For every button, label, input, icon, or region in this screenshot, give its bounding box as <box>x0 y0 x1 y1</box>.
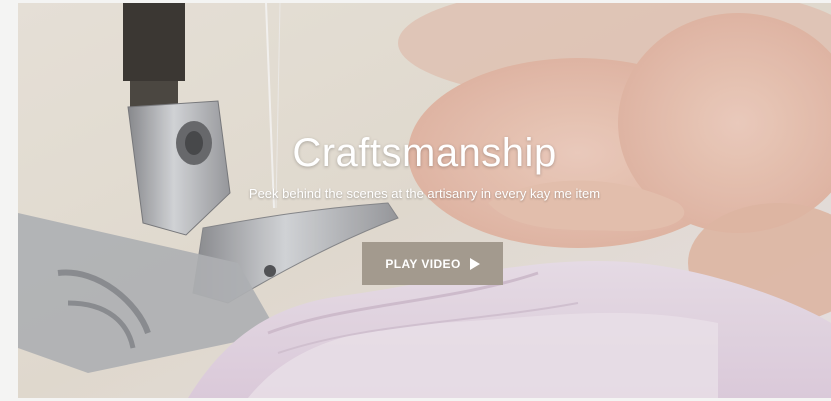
hero-title: Craftsmanship <box>292 131 557 175</box>
play-video-button[interactable]: PLAY VIDEO <box>362 242 503 285</box>
hero-content: Craftsmanship Peek behind the scenes at … <box>18 3 831 398</box>
play-icon <box>469 257 480 270</box>
play-video-label: PLAY VIDEO <box>385 256 461 271</box>
hero-subtitle: Peek behind the scenes at the artisanry … <box>248 186 601 201</box>
video-hero-banner: Craftsmanship Peek behind the scenes at … <box>18 3 831 398</box>
